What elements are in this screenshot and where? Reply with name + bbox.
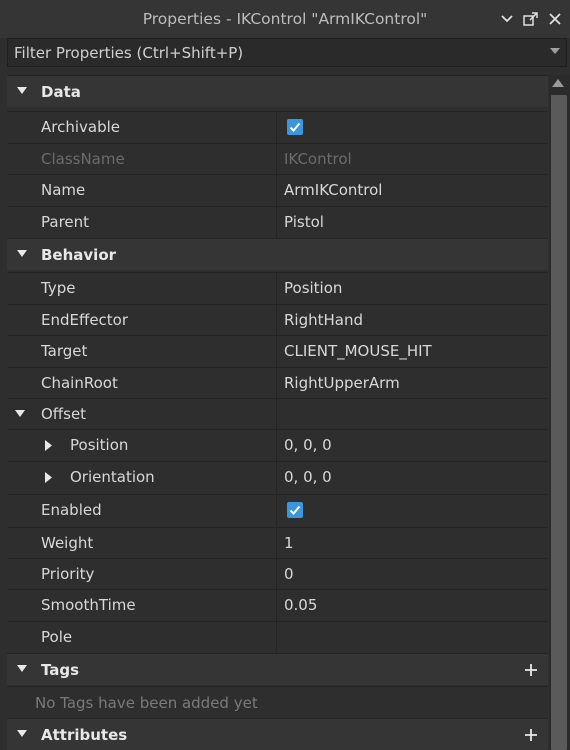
property-row-endeffector[interactable]: EndEffector RightHand — [7, 304, 548, 336]
property-row-weight[interactable]: Weight 1 — [7, 527, 548, 559]
plus-icon — [525, 729, 537, 741]
property-value[interactable]: Position — [284, 279, 342, 297]
property-name: Priority — [41, 565, 95, 583]
section-behavior[interactable]: Behavior — [7, 238, 548, 270]
property-name: Offset — [41, 405, 87, 423]
property-name: Archivable — [41, 118, 121, 136]
window-titlebar: Properties - IKControl "ArmIKControl" — [0, 0, 570, 38]
property-name: Parent — [41, 213, 90, 231]
caret-down-icon — [17, 730, 27, 737]
chevron-down-icon — [501, 15, 513, 23]
property-name: ChainRoot — [41, 374, 118, 392]
section-tags[interactable]: Tags — [7, 653, 548, 685]
properties-panel: Data Archivable ClassName IKControl Name… — [7, 75, 548, 750]
chevron-down-icon[interactable] — [550, 48, 560, 54]
caret-down-icon — [17, 665, 27, 672]
enabled-checkbox[interactable] — [287, 502, 303, 518]
plus-icon — [525, 664, 537, 676]
checkmark-icon — [289, 505, 301, 515]
caret-down-icon — [17, 250, 27, 257]
property-row-offset[interactable]: Offset — [7, 398, 548, 430]
property-row-orientation[interactable]: Orientation 0, 0, 0 — [7, 461, 548, 493]
caret-down-icon[interactable] — [15, 410, 25, 417]
filter-placeholder: Filter Properties (Ctrl+Shift+P) — [14, 43, 244, 62]
section-attributes[interactable]: Attributes — [7, 718, 548, 750]
property-value[interactable]: ArmIKControl — [284, 181, 382, 199]
add-attribute-button[interactable] — [524, 723, 538, 747]
section-label: Tags — [41, 661, 80, 679]
dropdown-button[interactable] — [498, 9, 516, 29]
property-name: Type — [41, 279, 76, 297]
undock-icon — [523, 12, 538, 26]
scroll-up-icon[interactable] — [552, 79, 564, 87]
property-value[interactable]: RightHand — [284, 311, 363, 329]
property-row-parent[interactable]: Parent Pistol — [7, 206, 548, 238]
property-name: ClassName — [41, 150, 125, 168]
property-row-archivable[interactable]: Archivable — [7, 111, 548, 143]
property-row-priority[interactable]: Priority 0 — [7, 558, 548, 590]
property-value[interactable]: RightUpperArm — [284, 374, 400, 392]
property-value[interactable]: 0 — [284, 565, 294, 583]
property-row-name[interactable]: Name ArmIKControl — [7, 174, 548, 206]
window-title: Properties - IKControl "ArmIKControl" — [142, 10, 428, 28]
section-data[interactable]: Data — [7, 75, 548, 107]
property-value[interactable]: CLIENT_MOUSE_HIT — [284, 342, 432, 360]
property-value[interactable]: 1 — [284, 534, 294, 552]
property-row-smoothtime[interactable]: SmoothTime 0.05 — [7, 589, 548, 621]
property-row-target[interactable]: Target CLIENT_MOUSE_HIT — [7, 335, 548, 367]
property-row-type[interactable]: Type Position — [7, 272, 548, 304]
undock-button[interactable] — [522, 9, 540, 29]
caret-down-icon — [17, 87, 27, 94]
property-value[interactable]: 0.05 — [284, 596, 317, 614]
property-name: Orientation — [70, 468, 155, 486]
close-icon — [549, 13, 561, 25]
property-name: Enabled — [41, 501, 102, 519]
tags-empty-row: No Tags have been added yet — [7, 686, 548, 718]
add-tag-button[interactable] — [524, 658, 538, 682]
scrollbar-thumb[interactable] — [551, 95, 567, 750]
section-label: Behavior — [41, 246, 117, 264]
property-row-classname: ClassName IKControl — [7, 143, 548, 175]
property-row-chainroot[interactable]: ChainRoot RightUpperArm — [7, 367, 548, 399]
property-row-enabled[interactable]: Enabled — [7, 494, 548, 526]
property-value[interactable]: 0, 0, 0 — [284, 468, 332, 486]
checkmark-icon — [289, 122, 301, 132]
property-row-pole[interactable]: Pole — [7, 621, 548, 653]
property-name: Position — [70, 436, 129, 454]
property-name: SmoothTime — [41, 596, 136, 614]
property-value: IKControl — [284, 150, 352, 168]
property-name: Target — [41, 342, 88, 360]
property-value[interactable]: 0, 0, 0 — [284, 436, 332, 454]
property-name: Name — [41, 181, 86, 199]
archivable-checkbox[interactable] — [287, 119, 303, 135]
caret-right-icon[interactable] — [45, 440, 52, 451]
property-name: Weight — [41, 534, 94, 552]
section-label: Data — [41, 83, 81, 101]
section-label: Attributes — [41, 726, 128, 744]
close-button[interactable] — [546, 9, 564, 29]
filter-properties-input[interactable]: Filter Properties (Ctrl+Shift+P) — [7, 38, 567, 67]
caret-right-icon[interactable] — [45, 472, 52, 483]
property-row-position[interactable]: Position 0, 0, 0 — [7, 429, 548, 461]
property-name: Pole — [41, 628, 73, 646]
property-value[interactable]: Pistol — [284, 213, 324, 231]
property-name: EndEffector — [41, 311, 129, 329]
tags-empty-message: No Tags have been added yet — [35, 694, 258, 712]
